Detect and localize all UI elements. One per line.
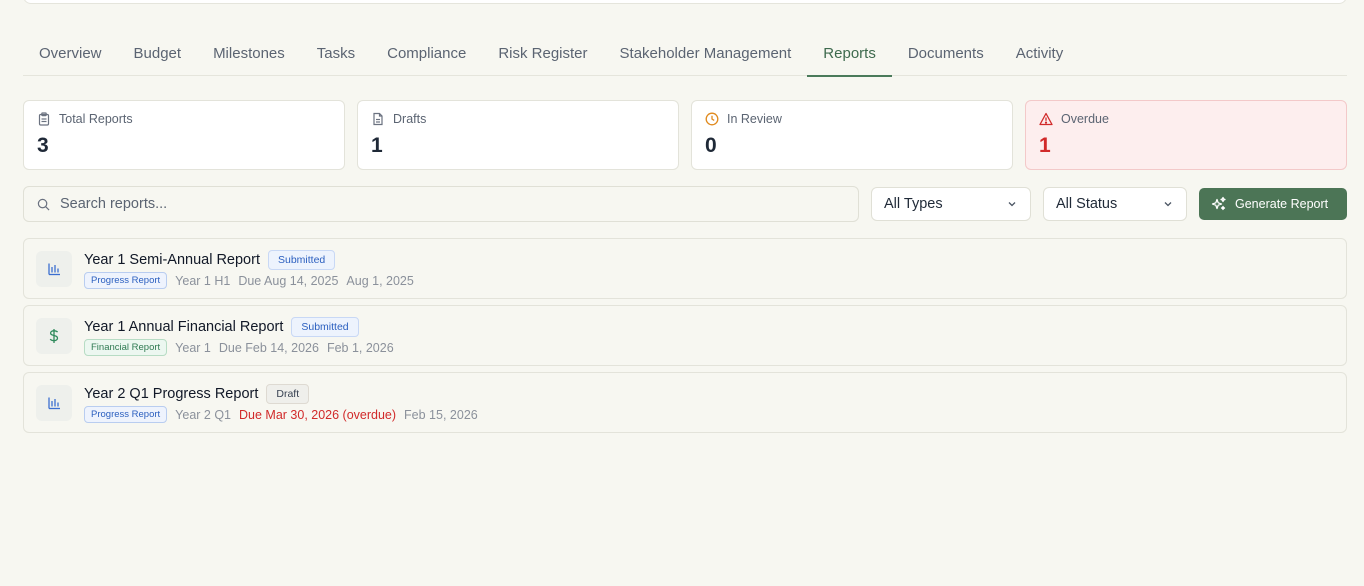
generate-report-label: Generate Report	[1235, 197, 1329, 211]
report-row[interactable]: Year 1 Annual Financial Report Submitted…	[23, 305, 1347, 366]
stat-label: In Review	[727, 112, 782, 126]
chevron-down-icon	[1164, 202, 1172, 207]
clipboard-icon	[38, 112, 50, 126]
report-date: Aug 1, 2025	[346, 273, 414, 288]
stat-card-total-reports: Total Reports 3	[23, 100, 345, 170]
report-period: Year 1	[175, 340, 211, 355]
clock-icon	[705, 112, 719, 126]
tab-activity[interactable]: Activity	[1000, 32, 1080, 76]
status-filter-select[interactable]: All Status	[1043, 187, 1187, 221]
report-title: Year 2 Q1 Progress Report	[84, 386, 259, 402]
report-icon-box	[36, 385, 72, 421]
sparkles-icon	[1211, 196, 1226, 211]
tab-budget[interactable]: Budget	[118, 32, 198, 76]
type-filter-value: All Types	[884, 196, 943, 212]
tab-overview[interactable]: Overview	[23, 32, 118, 76]
search-box[interactable]	[23, 186, 859, 222]
stat-card-overdue: Overdue 1	[1025, 100, 1347, 170]
status-filter-value: All Status	[1056, 196, 1118, 212]
stat-label: Drafts	[393, 112, 427, 126]
report-type-chip: Financial Report	[84, 339, 168, 356]
project-header-card	[23, 0, 1347, 4]
tab-risk-register[interactable]: Risk Register	[482, 32, 603, 76]
report-row[interactable]: Year 1 Semi-Annual Report Submitted Prog…	[23, 238, 1347, 299]
bar-chart-icon	[48, 263, 60, 276]
report-due-date: Due Aug 14, 2025	[238, 273, 339, 288]
report-icon-box	[36, 251, 72, 287]
report-title: Year 1 Annual Financial Report	[84, 319, 284, 335]
status-badge: Draft	[266, 384, 310, 404]
warning-icon	[1039, 112, 1053, 126]
tab-reports[interactable]: Reports	[807, 32, 892, 77]
report-date: Feb 1, 2026	[326, 340, 394, 355]
tab-bar: Overview Budget Milestones Tasks Complia…	[23, 32, 1347, 77]
report-period: Year 1 H1	[175, 273, 231, 288]
search-input[interactable]	[60, 196, 840, 212]
report-list: Year 1 Semi-Annual Report Submitted Prog…	[23, 238, 1347, 439]
tab-compliance[interactable]: Compliance	[371, 32, 482, 76]
stat-card-drafts: Drafts 1	[357, 100, 679, 170]
stat-value: 3	[37, 134, 49, 157]
tab-tasks[interactable]: Tasks	[301, 32, 371, 76]
tab-milestones[interactable]: Milestones	[197, 32, 301, 76]
dollar-icon	[49, 329, 59, 343]
report-due-date-overdue: Due Mar 30, 2026 (overdue)	[239, 407, 397, 422]
stat-card-in-review: In Review 0	[691, 100, 1013, 170]
stat-value: 1	[1039, 134, 1051, 157]
document-icon	[373, 112, 383, 126]
search-icon	[37, 198, 50, 210]
report-date: Feb 15, 2026	[404, 407, 478, 422]
report-type-chip: Progress Report	[84, 272, 168, 289]
stat-label: Total Reports	[59, 112, 133, 126]
stats-row: Total Reports 3 Drafts 1 In Review 0 Ove…	[23, 100, 1347, 170]
stat-label: Overdue	[1061, 112, 1109, 126]
report-type-chip: Progress Report	[84, 406, 168, 423]
stat-value: 1	[371, 134, 383, 157]
report-title: Year 1 Semi-Annual Report	[84, 252, 260, 268]
tab-documents[interactable]: Documents	[892, 32, 1000, 76]
stat-value: 0	[705, 134, 717, 157]
status-badge: Submitted	[267, 250, 336, 270]
status-badge: Submitted	[291, 317, 359, 337]
chevron-down-icon	[1008, 202, 1016, 207]
tab-stakeholder-management[interactable]: Stakeholder Management	[604, 32, 808, 76]
report-row[interactable]: Year 2 Q1 Progress Report Draft Progress…	[23, 372, 1347, 433]
generate-report-button[interactable]: Generate Report	[1199, 188, 1347, 220]
bar-chart-icon	[48, 397, 60, 410]
report-due-date: Due Feb 14, 2026	[218, 340, 319, 355]
report-toolbar: All Types All Status Generate Report	[23, 186, 1347, 222]
report-period: Year 2 Q1	[175, 407, 232, 422]
report-icon-box	[36, 318, 72, 354]
type-filter-select[interactable]: All Types	[871, 187, 1031, 221]
